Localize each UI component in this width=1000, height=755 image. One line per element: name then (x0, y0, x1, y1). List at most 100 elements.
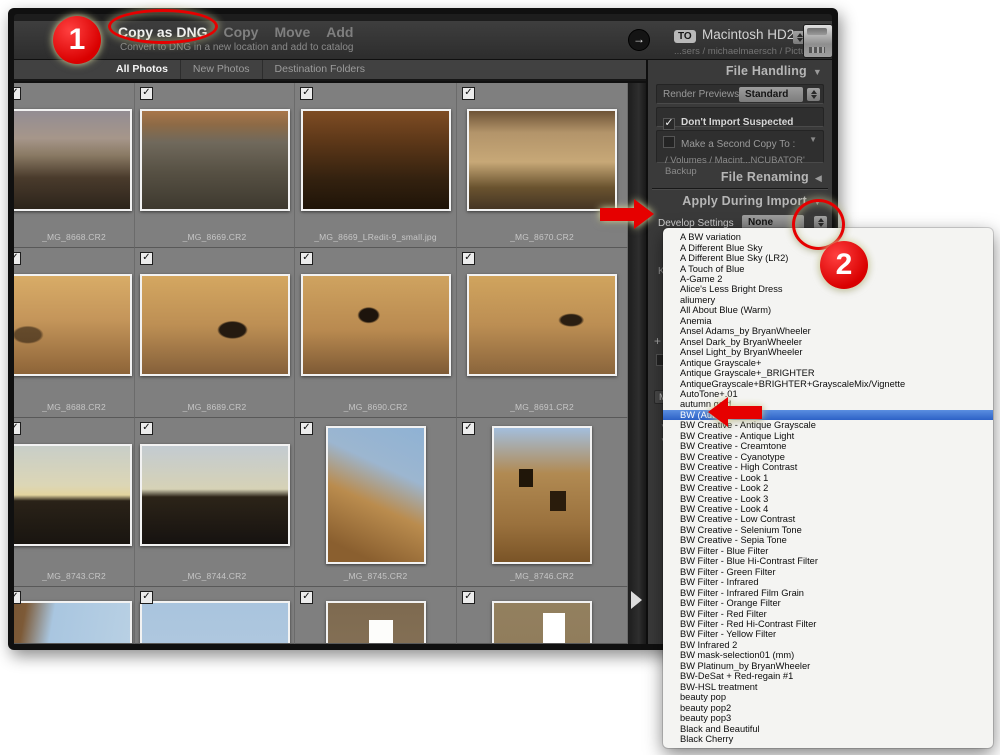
preset-option-bw-creative-sepia-tone[interactable]: BW Creative - Sepia Tone (663, 535, 993, 545)
preset-option-bw-creative-look-1[interactable]: BW Creative - Look 1 (663, 472, 993, 482)
destination-volume-select[interactable]: Macintosh HD2 (702, 27, 794, 42)
tab-new-photos[interactable]: New Photos (180, 60, 262, 79)
preset-option-antiquegrayscale-brighter-grayscalemix-vignette[interactable]: AntiqueGrayscale+BRIGHTER+GrayscaleMix/V… (663, 378, 993, 388)
include-photo-checkbox[interactable]: ✓ (14, 87, 21, 100)
photo-thumbnail[interactable] (14, 109, 132, 211)
photo-cell[interactable]: ✓_MG_8743.CR2 (14, 418, 135, 587)
include-photo-checkbox[interactable]: ✓ (14, 591, 21, 604)
render-previews-stepper-icon[interactable] (807, 88, 820, 101)
photo-thumbnail[interactable] (492, 426, 592, 564)
file-renaming-header[interactable]: File Renaming◀ (721, 170, 822, 184)
preset-option-bw-creative-high-contrast[interactable]: BW Creative - High Contrast (663, 462, 993, 472)
preset-option-bw-desat-red-regain-1[interactable]: BW-DeSat + Red-regain #1 (663, 671, 993, 681)
photo-thumbnail[interactable] (140, 601, 290, 644)
import-type-copy[interactable]: Copy (223, 24, 258, 40)
second-copy-box[interactable]: Make a Second Copy To : ▼ / Volumes / Ma… (656, 130, 824, 163)
preset-option-ansel-light-by-bryanwheeler[interactable]: Ansel Light_by BryanWheeler (663, 347, 993, 357)
include-photo-checkbox[interactable]: ✓ (300, 422, 313, 435)
photo-cell[interactable]: ✓_MG_8689.CR2 (135, 248, 295, 418)
photo-cell[interactable]: ✓ (295, 587, 457, 644)
second-copy-checkbox[interactable] (663, 136, 675, 148)
preset-option-ansel-dark-by-bryanwheeler[interactable]: Ansel Dark_by BryanWheeler (663, 337, 993, 347)
photo-thumbnail[interactable] (140, 274, 290, 376)
panel-collapse-arrow-icon[interactable] (631, 591, 642, 609)
include-photo-checkbox[interactable]: ✓ (462, 252, 475, 265)
photo-thumbnail[interactable] (140, 444, 290, 546)
preset-option-black-cherry[interactable]: Black Cherry (663, 734, 993, 744)
preset-option-alice-s-less-bright-dress[interactable]: Alice's Less Bright Dress (663, 284, 993, 294)
dont-import-duplicates-box[interactable]: ✓Don't Import Suspected Duplicates (656, 107, 824, 127)
photo-cell[interactable]: ✓_MG_8690.CR2 (295, 248, 457, 418)
photo-cell[interactable]: ✓ (135, 587, 295, 644)
forward-arrow-button[interactable]: → (628, 29, 650, 51)
photo-thumbnail[interactable] (14, 444, 132, 546)
include-photo-checkbox[interactable]: ✓ (300, 252, 313, 265)
photo-thumbnail[interactable] (326, 601, 426, 644)
preset-option-bw-filter-red-hi-contrast-filter[interactable]: BW Filter - Red Hi-Contrast Filter (663, 619, 993, 629)
preset-option-bw-creative-cyanotype[interactable]: BW Creative - Cyanotype (663, 452, 993, 462)
include-photo-checkbox[interactable]: ✓ (14, 422, 21, 435)
preset-option-bw-infrared-2[interactable]: BW Infrared 2 (663, 640, 993, 650)
dont-import-duplicates-checkbox[interactable]: ✓ (663, 118, 675, 130)
photo-thumbnail[interactable] (492, 601, 592, 644)
include-photo-checkbox[interactable]: ✓ (140, 252, 153, 265)
preset-option-bw-mask-selection01-mm[interactable]: BW mask-selection01 (mm) (663, 650, 993, 660)
photo-thumbnail[interactable] (14, 601, 132, 644)
include-photo-checkbox[interactable]: ✓ (140, 87, 153, 100)
photo-thumbnail[interactable] (140, 109, 290, 211)
photo-cell[interactable]: ✓_MG_8668.CR2 (14, 83, 135, 248)
preset-option-bw-filter-red-filter[interactable]: BW Filter - Red Filter (663, 608, 993, 618)
preset-option-aliumery[interactable]: aliumery (663, 295, 993, 305)
tab-all-photos[interactable]: All Photos (104, 60, 180, 79)
photo-thumbnail[interactable] (467, 274, 617, 376)
preset-option-beauty-pop[interactable]: beauty pop (663, 692, 993, 702)
preset-option-antique-grayscale-brighter[interactable]: Antique Grayscale+_BRIGHTER (663, 368, 993, 378)
preset-option-bw-filter-infrared-film-grain[interactable]: BW Filter - Infrared Film Grain (663, 587, 993, 597)
include-photo-checkbox[interactable]: ✓ (462, 422, 475, 435)
photo-thumbnail[interactable] (326, 426, 426, 564)
include-photo-checkbox[interactable]: ✓ (14, 252, 21, 265)
photo-cell[interactable]: ✓_MG_8745.CR2 (295, 418, 457, 587)
preset-option-bw-creative-creamtone[interactable]: BW Creative - Creamtone (663, 441, 993, 451)
photo-cell[interactable]: ✓_MG_8669_LRedit-9_small.jpg (295, 83, 457, 248)
preset-option-beauty-pop3[interactable]: beauty pop3 (663, 713, 993, 723)
preset-option-anemia[interactable]: Anemia (663, 316, 993, 326)
photo-cell[interactable]: ✓_MG_8688.CR2 (14, 248, 135, 418)
photo-cell[interactable]: ✓ (14, 587, 135, 644)
preset-option-antique-grayscale[interactable]: Antique Grayscale+ (663, 357, 993, 367)
preset-option-bw-filter-blue-hi-contrast-filter[interactable]: BW Filter - Blue Hi-Contrast Filter (663, 556, 993, 566)
preset-option-bw-filter-orange-filter[interactable]: BW Filter - Orange Filter (663, 598, 993, 608)
preset-option-bw-creative-selenium-tone[interactable]: BW Creative - Selenium Tone (663, 525, 993, 535)
include-photo-checkbox[interactable]: ✓ (300, 87, 313, 100)
preset-option-ansel-adams-by-bryanwheeler[interactable]: Ansel Adams_by BryanWheeler (663, 326, 993, 336)
include-photo-checkbox[interactable]: ✓ (462, 591, 475, 604)
import-type-add[interactable]: Add (326, 24, 353, 40)
preset-option-bw-filter-green-filter[interactable]: BW Filter - Green Filter (663, 567, 993, 577)
preset-option-bw-filter-infrared[interactable]: BW Filter - Infrared (663, 577, 993, 587)
photo-thumbnail[interactable] (467, 109, 617, 211)
preset-option-bw-filter-yellow-filter[interactable]: BW Filter - Yellow Filter (663, 629, 993, 639)
file-handling-header[interactable]: File Handling▼ (726, 64, 822, 78)
include-photo-checkbox[interactable]: ✓ (300, 591, 313, 604)
preset-option-bw-filter-blue-filter[interactable]: BW Filter - Blue Filter (663, 546, 993, 556)
preset-option-beauty-pop2[interactable]: beauty pop2 (663, 702, 993, 712)
preset-option-bw-hsl-treatment[interactable]: BW-HSL treatment (663, 681, 993, 691)
photo-cell[interactable]: ✓_MG_8691.CR2 (457, 248, 628, 418)
photo-cell[interactable]: ✓_MG_8744.CR2 (135, 418, 295, 587)
photo-thumbnail[interactable] (14, 274, 132, 376)
photo-cell[interactable]: ✓ (457, 587, 628, 644)
preset-option-bw-creative-look-3[interactable]: BW Creative - Look 3 (663, 493, 993, 503)
preset-option-bw-platinum-by-bryanwheeler[interactable]: BW Platinum_by BryanWheeler (663, 661, 993, 671)
include-photo-checkbox[interactable]: ✓ (140, 422, 153, 435)
import-type-move[interactable]: Move (274, 24, 310, 40)
photo-thumbnail[interactable] (301, 109, 451, 211)
preset-option-bw-creative-low-contrast[interactable]: BW Creative - Low Contrast (663, 514, 993, 524)
tab-destination-folders[interactable]: Destination Folders (262, 60, 377, 79)
photo-thumbnail[interactable] (301, 274, 451, 376)
include-photo-checkbox[interactable]: ✓ (140, 591, 153, 604)
include-photo-checkbox[interactable]: ✓ (462, 87, 475, 100)
preset-option-bw-creative-antique-light[interactable]: BW Creative - Antique Light (663, 431, 993, 441)
preset-option-black-and-beautiful[interactable]: Black and Beautiful (663, 723, 993, 733)
photo-cell[interactable]: ✓_MG_8746.CR2 (457, 418, 628, 587)
render-previews-select[interactable]: Standard (739, 87, 803, 102)
